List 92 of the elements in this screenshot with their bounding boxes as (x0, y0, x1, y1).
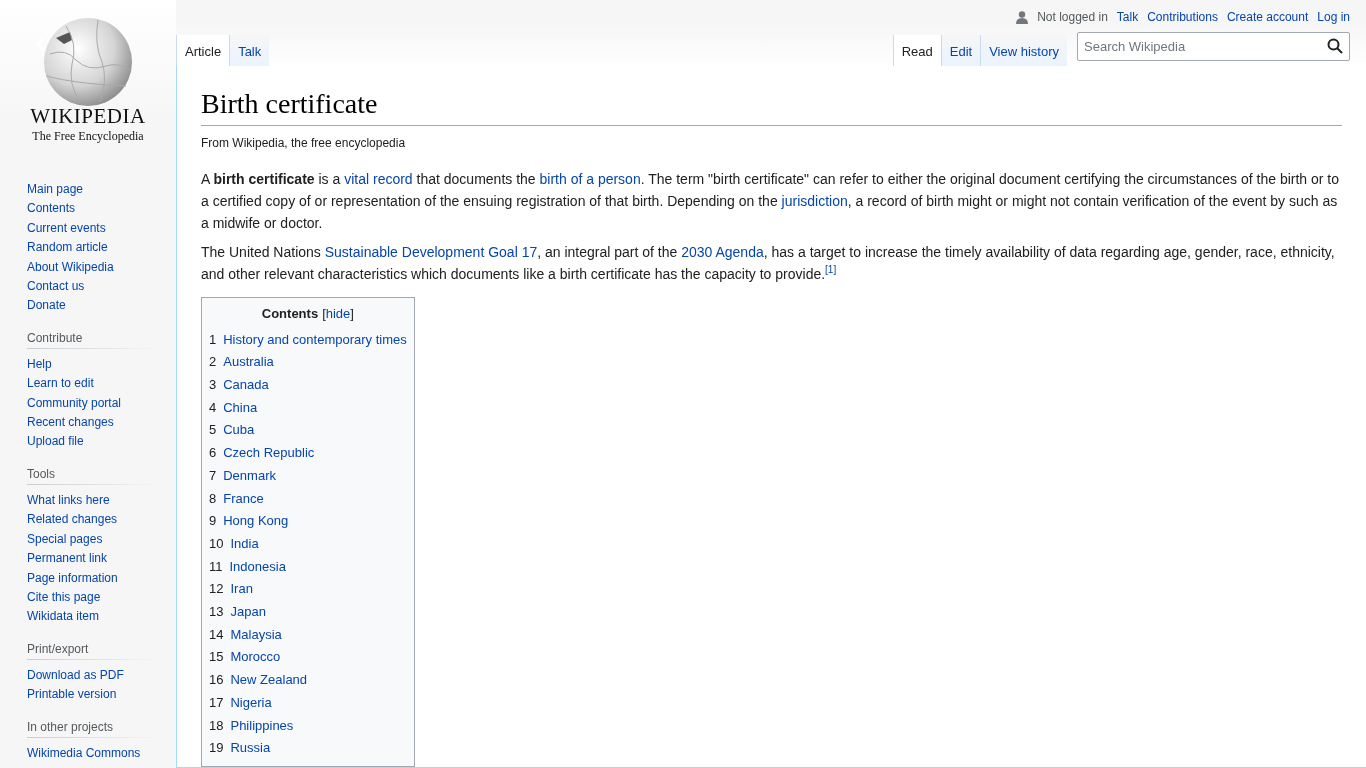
section-link[interactable]: China (223, 396, 258, 420)
tab[interactable]: Read (892, 35, 941, 68)
bracket: [ (322, 305, 326, 321)
section-number: 11 (209, 557, 223, 576)
user-link[interactable]: Log in (1317, 10, 1350, 25)
user-link[interactable]: Create account (1226, 10, 1309, 25)
sidebar-link[interactable]: Wikimedia Commons (27, 743, 160, 763)
section-number: 3 (209, 376, 217, 395)
section-number: 14 (209, 625, 224, 644)
article-title: Birth certificate (201, 86, 1342, 126)
section-link[interactable]: Malaysia (230, 623, 282, 647)
tab[interactable]: Edit (940, 35, 981, 68)
sidebar-link[interactable]: Help (27, 354, 160, 375)
section-number: 12 (209, 580, 224, 599)
sidebar-link[interactable]: Contact us (27, 277, 160, 297)
sidebar-link[interactable]: Random article (27, 238, 160, 258)
section-link[interactable]: History and contemporary times (223, 328, 407, 352)
section-link[interactable]: Morocco (230, 646, 281, 670)
section-link[interactable]: France (223, 487, 264, 511)
tab[interactable]: View history (980, 35, 1067, 68)
section-link[interactable]: Indonesia (229, 555, 286, 579)
section-link[interactable]: Russia (230, 737, 271, 760)
tab[interactable]: Article (176, 35, 230, 68)
search-field[interactable]: Search Wikipedia (1077, 32, 1350, 62)
sidebar-link[interactable]: Contents (27, 199, 160, 219)
contents-title: Contents (261, 305, 319, 321)
section-link[interactable]: Czech Republic (223, 442, 315, 465)
section-number: 16 (209, 671, 224, 690)
article-link[interactable]: jurisdiction (781, 192, 848, 209)
sidebar-heading: Contribute (27, 330, 160, 349)
sidebar-link[interactable]: Main page (27, 180, 160, 200)
search-icon[interactable] (1327, 38, 1343, 55)
section-link[interactable]: Canada (223, 374, 269, 397)
sidebar-link[interactable]: Current events (27, 218, 160, 239)
section-link[interactable]: Cuba (223, 419, 255, 443)
sidebar-link[interactable]: Page information (27, 568, 160, 588)
section-link[interactable]: India (230, 532, 259, 556)
section-link[interactable]: Japan (230, 601, 266, 624)
sidebar-link[interactable]: Download as PDF (27, 665, 160, 686)
section-number: 5 (209, 421, 217, 440)
section-link[interactable]: Australia (223, 351, 274, 375)
bracket: ] (350, 305, 354, 321)
sidebar-link[interactable]: Special pages (27, 529, 160, 550)
article-link[interactable]: Sustainable Development Goal 17 (324, 243, 538, 260)
sidebar-link[interactable]: Related changes (27, 510, 160, 530)
section-number: 17 (209, 693, 224, 712)
sidebar-heading: Print/export (27, 641, 160, 660)
section-link[interactable]: Iran (230, 578, 253, 602)
sidebar-link[interactable]: Wikidata item (27, 607, 160, 627)
sidebar-link[interactable]: Cite this page (27, 587, 160, 608)
user-link[interactable]: Contributions (1147, 10, 1218, 25)
paragraph: A birth certificate is a vital record that documents the birth of a person. The term "birth certificate" can refer to either the original document certifying the circumstances of the birth or to a certified copy of or representation of the ensuing registration of that birth. Depending on the jurisdiction, a record of birth might or might not contain verification of the event by such as a midwife or doctor. (201, 169, 1341, 233)
sidebar-heading: In other projects (27, 719, 160, 738)
section-number: 18 (209, 716, 224, 735)
paragraph: The United Nations Sustainable Development Goal 17, an integral part of the 2030 Agenda, has a target to increase the timely availability of data regarding age, gender, race, ethnicity, and other relevant characteristics which documents like a birth certificate has the capacity to provide.$^{[1]}$ (201, 242, 1336, 284)
section-number: 1 (209, 330, 217, 349)
section-number: 7 (209, 466, 217, 485)
article-link[interactable]: birth of a person (539, 170, 641, 187)
section-number: 19 (209, 739, 224, 758)
section-number: 8 (209, 489, 217, 508)
reference-link[interactable]: [1] (825, 264, 837, 275)
sidebar-heading: Tools (27, 466, 160, 485)
sidebar-link[interactable]: Recent changes (27, 413, 160, 433)
article-link[interactable]: vital record (344, 170, 413, 187)
user-link[interactable]: Talk (1116, 10, 1139, 25)
sidebar-link[interactable]: Upload file (27, 432, 160, 452)
section-number: 15 (209, 648, 224, 667)
sidebar-link[interactable]: Permanent link (27, 549, 160, 569)
section-link[interactable]: Denmark (223, 464, 276, 488)
section-number: 4 (209, 398, 217, 417)
logo-tagline: The Free Encyclopedia (32, 129, 144, 144)
sidebar-link[interactable]: Printable version (27, 685, 160, 705)
wordmark: WIKIPEDIA (30, 106, 146, 127)
section-number: 10 (209, 534, 224, 553)
sidebar-link[interactable]: What links here (27, 490, 160, 511)
article-tagline: From Wikipedia, the free encyclopedia (201, 135, 407, 150)
section-number: 6 (209, 444, 217, 463)
section-link[interactable]: Philippines (230, 714, 294, 738)
sidebar-link[interactable]: Learn to edit (27, 374, 160, 394)
section-number: 13 (209, 603, 224, 622)
sidebar-link[interactable]: Community portal (27, 393, 160, 414)
section-link[interactable]: Hong Kong (223, 510, 289, 533)
section-link[interactable]: New Zealand (230, 669, 308, 692)
tab[interactable]: Talk (229, 35, 270, 68)
article-link[interactable]: 2030 Agenda (681, 243, 764, 260)
sidebar-link[interactable]: About Wikipedia (27, 257, 160, 278)
sidebar-link[interactable]: Donate (27, 296, 160, 316)
user-icon (1016, 10, 1029, 24)
section-number: 9 (209, 512, 217, 531)
section-number: 2 (209, 353, 217, 372)
section-link[interactable]: Nigeria (230, 691, 272, 715)
login-status: Not logged in (1037, 10, 1108, 25)
